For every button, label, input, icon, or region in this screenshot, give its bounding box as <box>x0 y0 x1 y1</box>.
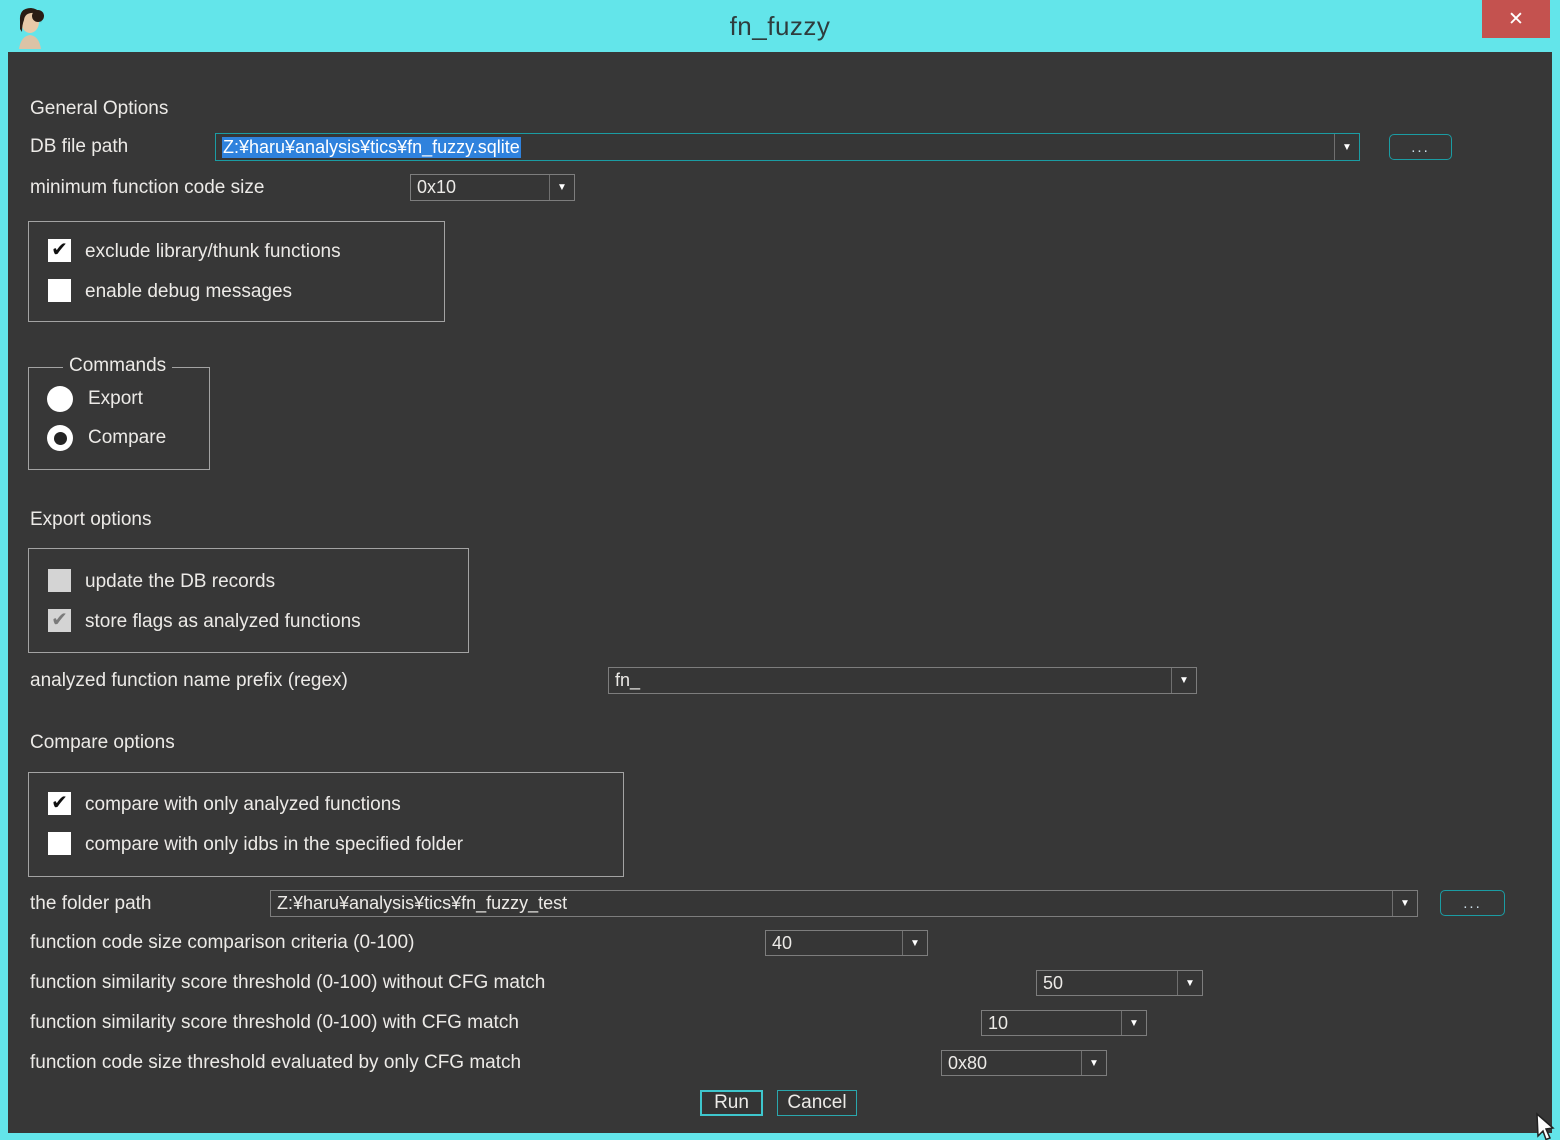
db-file-path-combobox[interactable]: Z:¥haru¥analysis¥tics¥fn_fuzzy.sqlite ▼ <box>215 133 1360 161</box>
score-with-cfg-value[interactable]: 10 <box>982 1013 1121 1034</box>
folder-path-combobox[interactable]: Z:¥haru¥analysis¥tics¥fn_fuzzy_test ▼ <box>270 890 1418 917</box>
folder-path-browse-button[interactable]: ... <box>1440 890 1505 916</box>
close-button[interactable]: ✕ <box>1482 0 1550 38</box>
code-size-criteria-value[interactable]: 40 <box>766 933 902 954</box>
close-icon: ✕ <box>1508 8 1524 31</box>
store-flags-label: store flags as analyzed functions <box>85 611 361 633</box>
chevron-down-icon[interactable]: ▼ <box>1392 891 1417 916</box>
only-analyzed-label: compare with only analyzed functions <box>85 794 401 816</box>
export-checkbox-group <box>28 548 469 653</box>
chevron-down-icon[interactable]: ▼ <box>1121 1011 1146 1035</box>
code-size-criteria-label: function code size comparison criteria (… <box>30 932 414 954</box>
score-no-cfg-label: function similarity score threshold (0-1… <box>30 972 545 994</box>
only-analyzed-checkbox[interactable]: ✔ <box>48 792 71 815</box>
update-db-checkbox[interactable]: ✔ <box>48 569 71 592</box>
only-idbs-checkbox[interactable]: ✔ <box>48 832 71 855</box>
score-no-cfg-combobox[interactable]: 50 ▼ <box>1036 970 1203 996</box>
code-size-criteria-combobox[interactable]: 40 ▼ <box>765 930 928 956</box>
debug-messages-label: enable debug messages <box>85 281 292 303</box>
db-file-path-browse-button[interactable]: ... <box>1389 134 1452 160</box>
db-file-path-label: DB file path <box>30 136 128 158</box>
export-radio-label: Export <box>88 388 143 410</box>
commands-groupbox: Commands <box>28 367 210 470</box>
compare-radio[interactable] <box>47 425 73 451</box>
chevron-down-icon[interactable]: ▼ <box>1081 1051 1106 1075</box>
min-code-size-value[interactable]: 0x10 <box>411 177 549 198</box>
score-no-cfg-value[interactable]: 50 <box>1037 973 1177 994</box>
compare-checkbox-group <box>28 772 624 877</box>
run-button[interactable]: Run <box>700 1090 763 1116</box>
min-code-size-combobox[interactable]: 0x10 ▼ <box>410 174 575 201</box>
prefix-value[interactable]: fn_ <box>609 670 1171 691</box>
export-options-heading: Export options <box>30 509 151 531</box>
prefix-combobox[interactable]: fn_ ▼ <box>608 667 1197 694</box>
general-options-heading: General Options <box>30 98 168 120</box>
exclude-library-label: exclude library/thunk functions <box>85 241 341 263</box>
folder-path-value[interactable]: Z:¥haru¥analysis¥tics¥fn_fuzzy_test <box>271 893 1392 914</box>
folder-path-label: the folder path <box>30 893 151 915</box>
exclude-library-checkbox[interactable]: ✔ <box>48 239 71 262</box>
prefix-label: analyzed function name prefix (regex) <box>30 670 348 692</box>
check-icon: ✔ <box>51 240 68 260</box>
window-title: fn_fuzzy <box>0 11 1560 42</box>
min-code-size-label: minimum function code size <box>30 177 264 199</box>
compare-radio-label: Compare <box>88 427 166 449</box>
size-cfg-only-label: function code size threshold evaluated b… <box>30 1052 521 1074</box>
size-cfg-only-value[interactable]: 0x80 <box>942 1053 1081 1074</box>
general-checkbox-group <box>28 221 445 322</box>
score-with-cfg-combobox[interactable]: 10 ▼ <box>981 1010 1147 1036</box>
chevron-down-icon[interactable]: ▼ <box>902 931 927 955</box>
chevron-down-icon[interactable]: ▼ <box>1171 668 1196 693</box>
commands-legend: Commands <box>63 355 172 377</box>
fn-fuzzy-dialog: fn_fuzzy ✕ General Options DB file path … <box>0 0 1560 1140</box>
mouse-cursor <box>1534 1112 1560 1140</box>
db-file-path-selected-text: Z:¥haru¥analysis¥tics¥fn_fuzzy.sqlite <box>222 137 521 158</box>
score-with-cfg-label: function similarity score threshold (0-1… <box>30 1012 519 1034</box>
size-cfg-only-combobox[interactable]: 0x80 ▼ <box>941 1050 1107 1076</box>
check-icon: ✔ <box>51 610 68 630</box>
store-flags-checkbox[interactable]: ✔ <box>48 609 71 632</box>
chevron-down-icon[interactable]: ▼ <box>549 175 574 200</box>
chevron-down-icon[interactable]: ▼ <box>1334 134 1359 160</box>
update-db-label: update the DB records <box>85 571 275 593</box>
cancel-button[interactable]: Cancel <box>777 1090 857 1116</box>
db-file-path-value[interactable]: Z:¥haru¥analysis¥tics¥fn_fuzzy.sqlite <box>216 137 1334 158</box>
chevron-down-icon[interactable]: ▼ <box>1177 971 1202 995</box>
only-idbs-label: compare with only idbs in the specified … <box>85 834 463 856</box>
check-icon: ✔ <box>51 793 68 813</box>
export-radio[interactable] <box>47 386 73 412</box>
debug-messages-checkbox[interactable]: ✔ <box>48 279 71 302</box>
compare-options-heading: Compare options <box>30 732 175 754</box>
radio-dot <box>54 432 67 445</box>
